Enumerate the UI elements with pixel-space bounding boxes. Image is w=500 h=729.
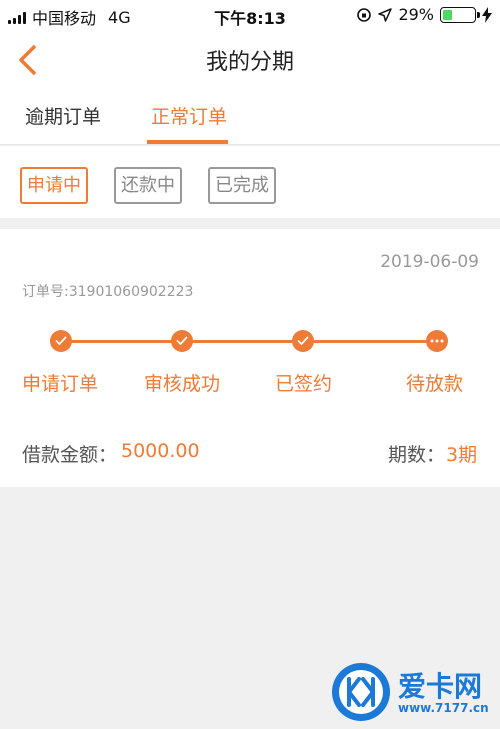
- order-date: 2019-06-09: [380, 252, 479, 272]
- battery-fill: [443, 9, 452, 20]
- nav-bar: 我的分期: [0, 30, 500, 88]
- charging-bolt-icon: [482, 6, 492, 23]
- watermark-url: www.7177.cn: [398, 701, 489, 715]
- periods-label: 期数：: [388, 444, 446, 466]
- tab-normal-orders[interactable]: 正常订单: [151, 102, 227, 129]
- watermark: 爱卡网 www.7177.cn: [330, 661, 490, 721]
- step-4-label: 待放款: [406, 373, 464, 395]
- filter-repaying[interactable]: 还款中: [114, 167, 182, 204]
- step-2-label: 审核成功: [144, 373, 221, 395]
- order-card[interactable]: 2019-06-09 订单号:31901060902223 申请订单 审核成功 …: [0, 229, 500, 487]
- battery-icon: [440, 6, 480, 23]
- filter-applying[interactable]: 申请中: [20, 167, 88, 204]
- status-bar: 中国移动 4G 下午8:13 29%: [0, 0, 500, 30]
- watermark-text: 爱卡网: [398, 670, 483, 703]
- step-3-label: 已签约: [275, 373, 333, 395]
- tab-overdue-orders[interactable]: 逾期订单: [25, 102, 101, 129]
- battery-percent: 29%: [398, 5, 434, 24]
- watermark-logo-icon: [332, 663, 390, 721]
- active-tab-indicator: [147, 140, 228, 144]
- step-3-check-icon: [292, 330, 314, 352]
- orientation-lock-icon: [357, 7, 372, 22]
- loan-amount-label: 借款金额：: [22, 444, 118, 466]
- progress-line: [62, 340, 438, 343]
- step-2-check-icon: [171, 330, 193, 352]
- step-4-more-dots-icon: [426, 330, 448, 352]
- periods-value: 3期: [446, 444, 478, 466]
- location-icon: [378, 7, 393, 22]
- step-1-check-icon: [50, 330, 72, 352]
- loan-amount-value: 5000.00: [121, 440, 200, 462]
- page-title: 我的分期: [205, 50, 294, 75]
- filter-completed[interactable]: 已完成: [208, 167, 276, 204]
- order-number: 订单号:31901060902223: [22, 284, 194, 300]
- status-right: 29%: [356, 5, 492, 24]
- status-filters: 申请中 还款中 已完成: [0, 146, 500, 218]
- step-1-label: 申请订单: [22, 373, 99, 395]
- order-tabs: 逾期订单 正常订单: [0, 88, 500, 145]
